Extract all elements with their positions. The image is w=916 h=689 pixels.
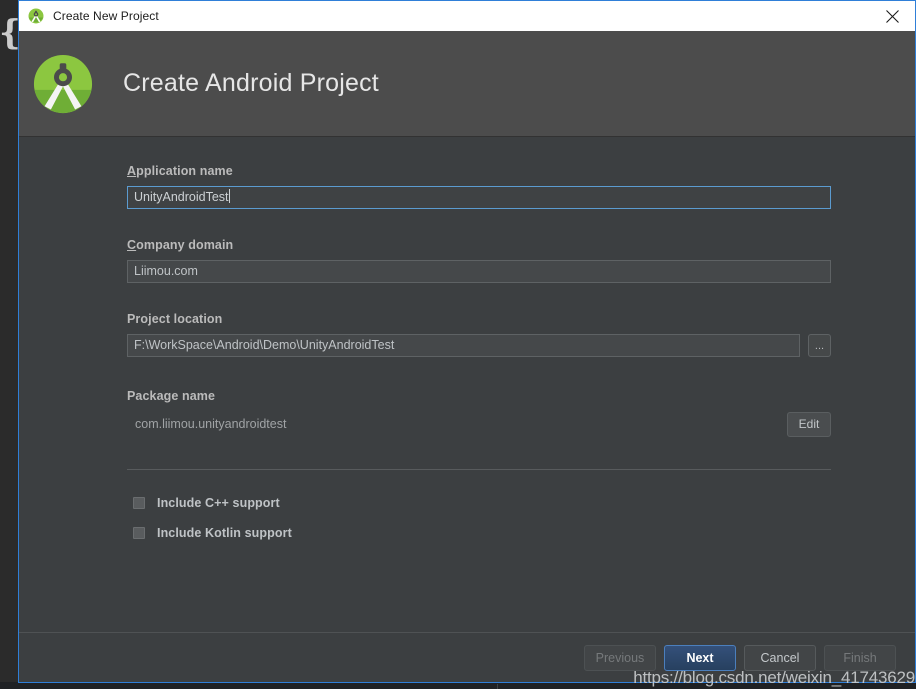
application-name-value: UnityAndroidTest	[134, 190, 229, 204]
package-name-row: com.liimou.unityandroidtest Edit	[127, 411, 831, 437]
browse-button[interactable]: ...	[808, 334, 831, 357]
cancel-button[interactable]: Cancel	[744, 644, 816, 671]
include-cpp-support-checkbox[interactable]	[133, 497, 145, 509]
project-location-input[interactable]: F:\WorkSpace\Android\Demo\UnityAndroidTe…	[127, 334, 800, 357]
background-window-fragment: ❴	[0, 8, 18, 60]
include-cpp-support-row[interactable]: Include C++ support	[127, 492, 831, 514]
project-form: Application name UnityAndroidTest Compan…	[127, 164, 831, 552]
include-kotlin-support-row[interactable]: Include Kotlin support	[127, 522, 831, 544]
page-title: Create Android Project	[123, 69, 379, 97]
company-domain-input[interactable]: Liimou.com	[127, 260, 831, 283]
dialog-footer: Previous Next Cancel Finish https://blog…	[19, 632, 915, 687]
application-name-row: UnityAndroidTest	[127, 186, 831, 209]
dialog-body: Application name UnityAndroidTest Compan…	[19, 137, 915, 632]
project-location-row: F:\WorkSpace\Android\Demo\UnityAndroidTe…	[127, 334, 831, 357]
application-name-input[interactable]: UnityAndroidTest	[127, 186, 831, 209]
package-name-label: Package name	[127, 389, 216, 403]
company-domain-mnemonic: C	[127, 238, 137, 252]
android-studio-logo	[32, 53, 94, 115]
section-divider	[127, 469, 831, 470]
dialog-title: Create New Project	[53, 9, 159, 23]
close-icon	[885, 9, 899, 23]
company-domain-row: Liimou.com	[127, 260, 831, 283]
edit-package-button[interactable]: Edit	[787, 411, 831, 437]
company-domain-label: Company domain	[127, 238, 831, 252]
application-name-label-rest: pplication name	[136, 164, 233, 178]
background-taskbar-strip	[0, 682, 916, 689]
package-name-value: com.liimou.unityandroidtest	[135, 417, 287, 431]
application-name-label: Application name	[127, 164, 831, 178]
project-location-label: Project location	[127, 312, 223, 326]
finish-button[interactable]: Finish	[824, 644, 896, 671]
android-studio-icon	[28, 8, 44, 24]
create-new-project-dialog: Create New Project Create Android Projec…	[18, 0, 916, 687]
include-kotlin-support-checkbox[interactable]	[133, 527, 145, 539]
dialog-header: Create Android Project	[19, 31, 915, 137]
close-button[interactable]	[869, 1, 915, 31]
include-cpp-support-label: Include C++ support	[157, 496, 280, 510]
text-caret	[228, 189, 230, 203]
include-kotlin-support-label: Include Kotlin support	[157, 526, 292, 540]
company-domain-label-rest: ompany domain	[136, 238, 234, 252]
application-name-mnemonic: A	[127, 164, 137, 178]
next-button[interactable]: Next	[664, 644, 736, 671]
dialog-titlebar: Create New Project	[19, 0, 915, 31]
previous-button[interactable]: Previous	[584, 644, 656, 671]
background-divider	[497, 684, 498, 689]
